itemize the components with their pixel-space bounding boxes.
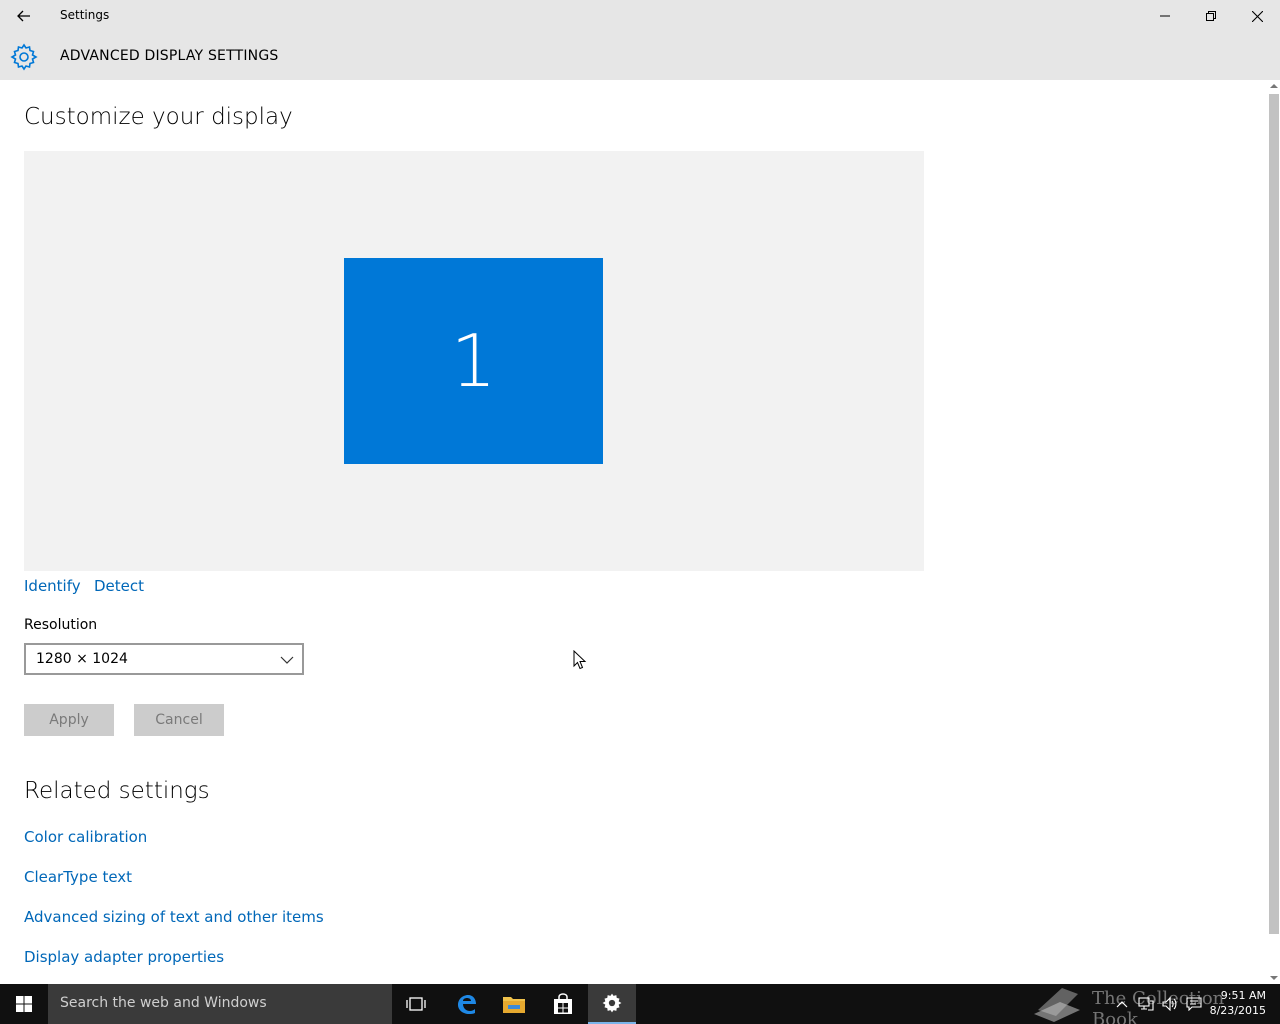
settings-content: Customize your display 1 Identify Detect…	[0, 80, 1268, 984]
store-bag-icon	[554, 993, 572, 1014]
close-button[interactable]	[1234, 0, 1280, 32]
resolution-value: 1280 × 1024	[36, 651, 128, 667]
show-hidden-icons-button[interactable]	[1112, 994, 1132, 1014]
folder-icon	[503, 997, 525, 1013]
speaker-icon	[1162, 997, 1177, 1011]
edge-icon	[458, 995, 476, 1014]
start-button[interactable]	[0, 984, 48, 1024]
scroll-up-arrow-icon[interactable]	[1270, 82, 1278, 90]
section-heading-customize: Customize your display	[24, 104, 293, 130]
page-header: ADVANCED DISPLAY SETTINGS	[0, 32, 1280, 80]
cleartype-text-link[interactable]: ClearType text	[24, 868, 132, 886]
minimize-button[interactable]	[1142, 0, 1188, 32]
network-tray-button[interactable]	[1136, 994, 1156, 1014]
task-view-button[interactable]	[392, 984, 440, 1024]
back-arrow-icon	[17, 10, 30, 22]
chevron-down-icon	[280, 656, 294, 664]
restore-button[interactable]	[1188, 0, 1234, 32]
edge-browser-button[interactable]	[442, 984, 490, 1024]
page-title: ADVANCED DISPLAY SETTINGS	[60, 48, 279, 64]
window-title: Settings	[60, 8, 110, 22]
advanced-sizing-link[interactable]: Advanced sizing of text and other items	[24, 908, 324, 926]
title-bar: Settings	[0, 0, 1280, 32]
search-placeholder: Search the web and Windows	[60, 995, 267, 1011]
vertical-scrollbar[interactable]	[1268, 80, 1280, 984]
scroll-down-arrow-icon[interactable]	[1270, 974, 1278, 982]
scrollbar-thumb[interactable]	[1269, 94, 1279, 934]
identify-link[interactable]: Identify	[24, 577, 81, 595]
clock-time: 9:51 AM	[1220, 989, 1266, 1002]
cancel-button[interactable]: Cancel	[134, 704, 224, 736]
display-adapter-properties-link[interactable]: Display adapter properties	[24, 948, 224, 966]
gear-icon	[602, 993, 622, 1013]
chevron-up-icon	[1116, 1001, 1128, 1008]
store-button[interactable]	[539, 984, 587, 1024]
settings-taskbar-button[interactable]	[588, 984, 636, 1024]
apply-button[interactable]: Apply	[24, 704, 114, 736]
volume-tray-button[interactable]	[1160, 994, 1180, 1014]
network-icon	[1138, 997, 1154, 1011]
restore-icon	[1206, 11, 1216, 21]
close-icon	[1251, 10, 1263, 22]
display-arrangement-area: 1	[24, 151, 924, 571]
windows-logo-icon	[16, 996, 32, 1012]
taskbar-search-box[interactable]: Search the web and Windows	[48, 984, 392, 1024]
book-icon	[1034, 988, 1080, 1022]
resolution-label: Resolution	[24, 617, 98, 633]
taskbar-clock[interactable]: 9:51 AM 8/23/2015	[1210, 988, 1266, 1018]
detect-link[interactable]: Detect	[94, 577, 144, 595]
action-center-button[interactable]	[1184, 994, 1204, 1014]
resolution-dropdown[interactable]: 1280 × 1024	[24, 643, 304, 675]
file-explorer-button[interactable]	[490, 984, 538, 1024]
taskbar: Search the web and Windows The Collectio…	[0, 984, 1280, 1024]
minimize-icon	[1160, 15, 1170, 17]
gear-icon	[10, 43, 38, 71]
back-button[interactable]	[0, 0, 48, 32]
color-calibration-link[interactable]: Color calibration	[24, 828, 147, 846]
clock-date: 8/23/2015	[1209, 1004, 1266, 1017]
notification-icon	[1186, 997, 1202, 1011]
task-view-icon	[406, 997, 426, 1011]
section-heading-related: Related settings	[24, 778, 210, 804]
monitor-tile-1[interactable]: 1	[344, 258, 603, 464]
mouse-pointer-icon	[573, 650, 587, 670]
